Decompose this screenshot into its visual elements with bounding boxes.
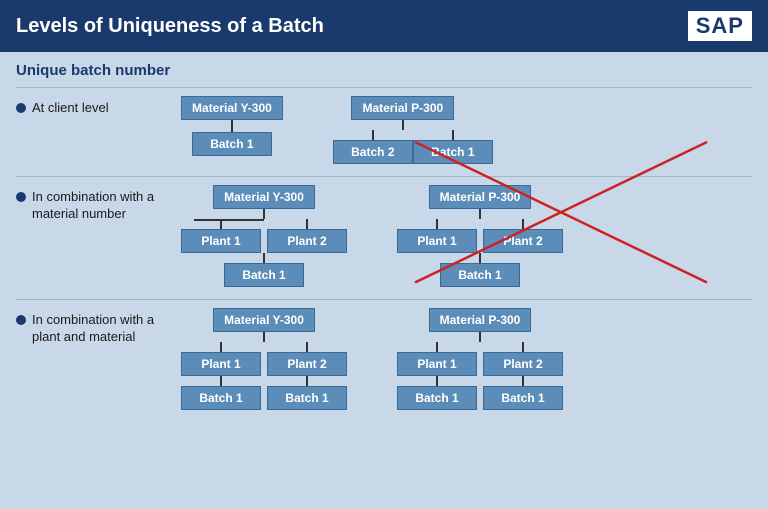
diagram-p300-client: Material P-300 Batch 2 bbox=[333, 96, 473, 164]
content-area: Unique batch number At client level Mate… bbox=[0, 52, 768, 509]
diagram-y300-plant: Material Y-300 Plant 1 Batch 1 Plant 2 bbox=[181, 308, 347, 410]
box-plant1-p300-2: Plant 1 bbox=[397, 229, 477, 253]
branch-right: Batch 1 bbox=[413, 130, 493, 164]
box-material-p300-2: Material P-300 bbox=[429, 185, 532, 209]
slide: Levels of Uniqueness of a Batch SAP Uniq… bbox=[0, 0, 768, 509]
diagrams-row2: Material Y-300 Plant 1 Plant 2 bbox=[181, 185, 752, 287]
box-batch1-crossed: Batch 1 bbox=[413, 140, 493, 164]
box-batch1-y300-2: Batch 1 bbox=[224, 263, 304, 287]
box-material-y300-1: Material Y-300 bbox=[181, 96, 283, 120]
box-material-p300-1: Material P-300 bbox=[351, 96, 454, 120]
diagram-p300-plant: Material P-300 Plant 1 Batch 1 Plant 2 bbox=[397, 308, 563, 410]
h-branch: Batch 2 Batch 1 bbox=[333, 130, 473, 164]
box-plant1-y300-3: Plant 1 bbox=[181, 352, 261, 376]
box-plant1-p300-3: Plant 1 bbox=[397, 352, 477, 376]
box-batch2: Batch 2 bbox=[333, 140, 413, 164]
box-plant1-y300-2: Plant 1 bbox=[181, 229, 261, 253]
branch-row-2: Plant 1 Plant 2 bbox=[181, 219, 347, 253]
row-plant-material: In combination with a plant and material… bbox=[16, 299, 752, 418]
label-client-level: At client level bbox=[32, 100, 109, 117]
box-material-p300-3: Material P-300 bbox=[429, 308, 532, 332]
diagrams-row1: Material Y-300 Batch 1 Material P-300 Ba… bbox=[181, 96, 752, 164]
bullet-label-3: In combination with a plant and material bbox=[16, 308, 171, 346]
box-batch1-1: Batch 1 bbox=[192, 132, 272, 156]
box-batch1-p300-2: Batch 1 bbox=[440, 263, 520, 287]
bullet-icon-3 bbox=[16, 315, 26, 325]
connector-1 bbox=[231, 120, 233, 132]
box-plant2-y300-3: Plant 2 bbox=[267, 352, 347, 376]
sap-logo: SAP bbox=[688, 11, 752, 41]
label-plant-material: In combination with a plant and material bbox=[32, 312, 171, 346]
row-material-number: In combination with a material number Ma… bbox=[16, 176, 752, 295]
box-material-y300-3: Material Y-300 bbox=[213, 308, 315, 332]
box-plant2-y300-2: Plant 2 bbox=[267, 229, 347, 253]
bullet-label-1: At client level bbox=[16, 96, 171, 117]
bullet-label-2: In combination with a material number bbox=[16, 185, 171, 223]
bullet-icon-2 bbox=[16, 192, 26, 202]
crossed-box-container: Batch 1 bbox=[413, 140, 493, 164]
branch-left: Batch 2 bbox=[333, 130, 413, 164]
box-batch1-y300-3a: Batch 1 bbox=[181, 386, 261, 410]
diagrams-row3: Material Y-300 Plant 1 Batch 1 Plant 2 bbox=[181, 308, 752, 410]
section-subtitle: Unique batch number bbox=[16, 62, 752, 79]
label-material-number: In combination with a material number bbox=[32, 189, 171, 223]
branch-connector: Batch 2 Batch 1 bbox=[333, 120, 473, 164]
vert-conn bbox=[402, 120, 404, 130]
diagram-y300-client: Material Y-300 Batch 1 bbox=[181, 96, 283, 156]
header: Levels of Uniqueness of a Batch SAP bbox=[0, 0, 768, 52]
row-client-level: At client level Material Y-300 Batch 1 M… bbox=[16, 87, 752, 172]
diagram-p300-material: Material P-300 Plant 1 Plant 2 Batc bbox=[397, 185, 563, 287]
box-plant2-p300-3: Plant 2 bbox=[483, 352, 563, 376]
box-plant2-p300-2: Plant 2 bbox=[483, 229, 563, 253]
box-batch1-y300-3b: Batch 1 bbox=[267, 386, 347, 410]
bullet-icon-1 bbox=[16, 103, 26, 113]
box-material-y300-2: Material Y-300 bbox=[213, 185, 315, 209]
box-batch1-p300-3a: Batch 1 bbox=[397, 386, 477, 410]
box-batch1-p300-3b: Batch 1 bbox=[483, 386, 563, 410]
slide-title: Levels of Uniqueness of a Batch bbox=[16, 15, 324, 38]
diagram-y300-material: Material Y-300 Plant 1 Plant 2 bbox=[181, 185, 347, 287]
